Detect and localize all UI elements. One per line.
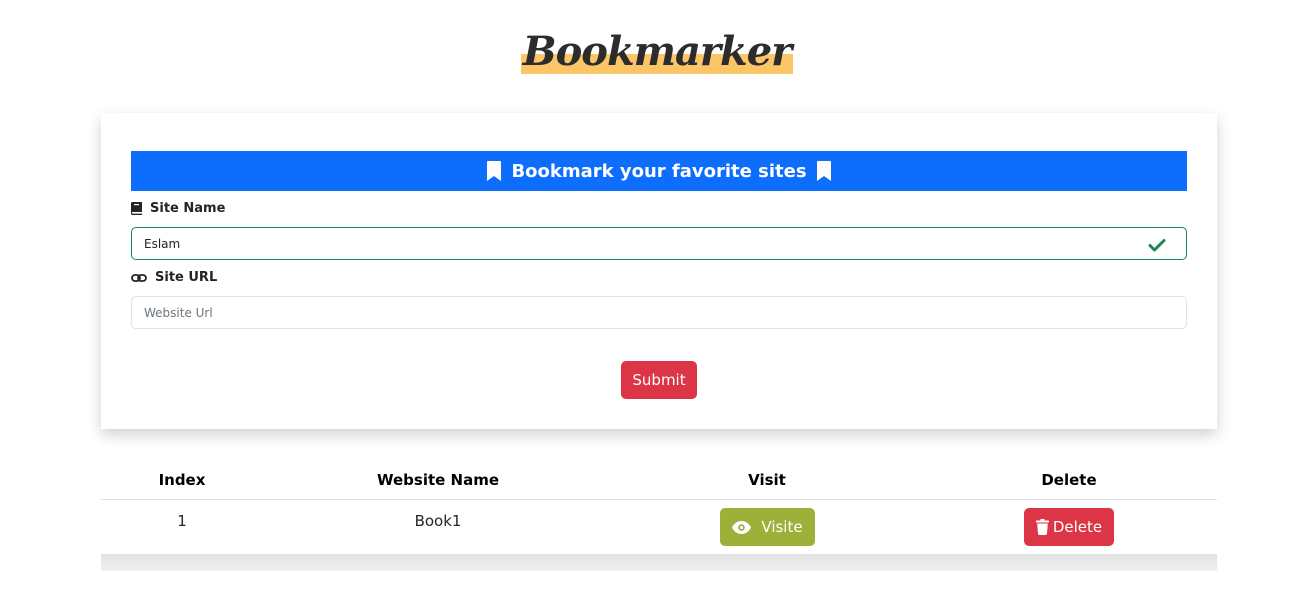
- visit-button-label: Visite: [761, 518, 803, 536]
- banner-text: Bookmark your favorite sites: [511, 160, 807, 182]
- site-url-label-text: Site URL: [155, 270, 218, 285]
- bookmarks-table: Index Website Name Visit Delete 1 Book1 …: [101, 460, 1217, 571]
- submit-button[interactable]: Submit: [621, 361, 697, 399]
- link-icon: [131, 273, 147, 282]
- header-index: Index: [158, 471, 206, 489]
- site-name-label: Site Name: [131, 201, 225, 216]
- brand-title: Bookmarker: [522, 28, 792, 75]
- bookmark-icon: [487, 161, 502, 181]
- header-visit: Visit: [748, 471, 786, 489]
- table-shadow: [101, 554, 1217, 571]
- valid-check-icon: [1148, 239, 1166, 252]
- visit-button[interactable]: Visite: [720, 508, 815, 546]
- site-url-input[interactable]: [131, 296, 1187, 329]
- bookmark-form-card: Bookmark your favorite sites Site Name S…: [101, 113, 1217, 429]
- delete-button[interactable]: Delete: [1024, 508, 1114, 546]
- site-name-input[interactable]: [131, 227, 1187, 260]
- trash-icon: [1035, 519, 1049, 535]
- app-header: Bookmarker: [0, 24, 1314, 84]
- header-divider: [101, 499, 1217, 500]
- book-icon: [131, 202, 142, 215]
- eye-icon: [732, 520, 752, 534]
- delete-button-label: Delete: [1052, 518, 1103, 536]
- form-banner: Bookmark your favorite sites: [131, 151, 1187, 191]
- brand-logo: Bookmarker: [520, 24, 794, 80]
- bookmark-icon: [816, 161, 831, 181]
- header-delete: Delete: [1041, 471, 1097, 489]
- site-name-label-text: Site Name: [150, 201, 226, 216]
- cell-index: 1: [177, 512, 187, 530]
- site-url-label: Site URL: [131, 270, 217, 285]
- header-website-name: Website Name: [376, 471, 500, 489]
- cell-website-name: Book1: [414, 512, 462, 530]
